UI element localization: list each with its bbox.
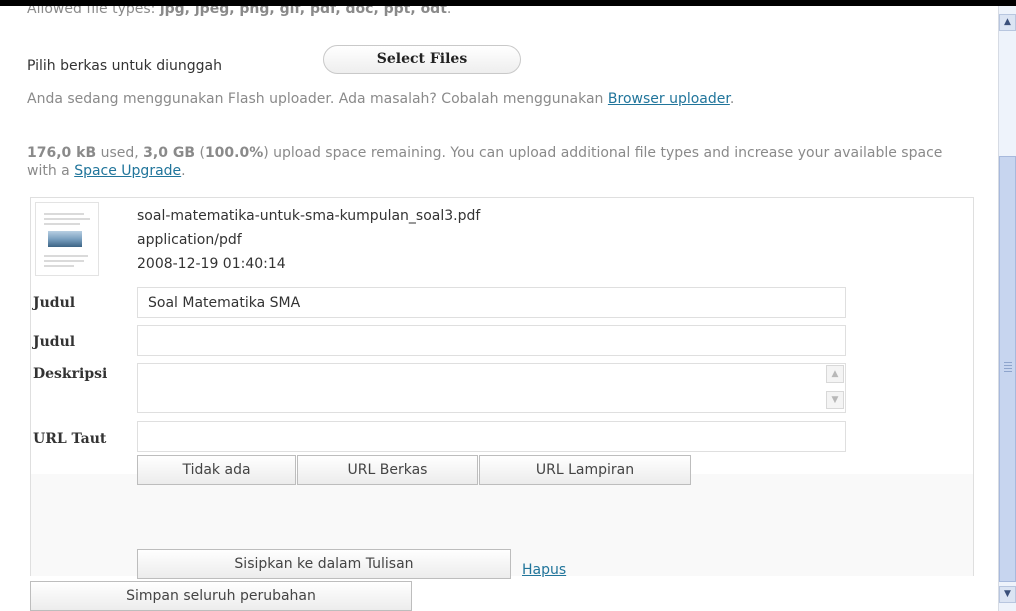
flash-uploader-notice: Anda sedang menggunakan Flash uploader. … (27, 91, 735, 107)
link-url-label: URL Taut (33, 431, 107, 447)
save-all-changes-button[interactable]: Simpan seluruh perubahan (30, 581, 412, 611)
thumb-line (44, 265, 74, 267)
thumb-line (44, 213, 84, 215)
thumb-picture (48, 231, 82, 247)
delete-link[interactable]: Hapus (522, 562, 566, 578)
caption-label: Judul (33, 334, 76, 350)
allowed-types-list: jpg, jpeg, png, gif, pdf, doc, ppt, odt (159, 6, 447, 17)
space-used: 176,0 kB (27, 145, 97, 161)
thumb-line (44, 223, 80, 225)
attachment-url-button[interactable]: URL Lampiran (479, 455, 691, 485)
scroll-down-arrow-icon[interactable]: ▼ (999, 586, 1016, 603)
upload-space-info: 176,0 kB used, 3,0 GB (100.0%) upload sp… (27, 145, 943, 179)
allowed-file-types: Allowed file types: jpg, jpeg, png, gif,… (27, 6, 451, 17)
description-label: Deskripsi (33, 366, 108, 382)
title-input[interactable] (137, 287, 846, 318)
space-upgrade-link[interactable]: Space Upgrade (74, 163, 181, 179)
insert-into-post-button[interactable]: Sisipkan ke dalam Tulisan (137, 549, 511, 579)
upload-panel: Allowed file types: jpg, jpeg, png, gif,… (0, 6, 998, 611)
thumb-line (44, 218, 90, 220)
scrollbar-grip-icon (1004, 362, 1012, 372)
attachment-filename: soal-matematika-untuk-sma-kumpulan_soal3… (137, 208, 481, 224)
thumb-line (44, 260, 84, 262)
attachment-date: 2008-12-19 01:40:14 (137, 256, 286, 272)
title-label: Judul (33, 295, 76, 311)
description-scroll-wrapper: ▲ ▼ (137, 363, 846, 413)
browser-uploader-link[interactable]: Browser uploader (608, 91, 730, 107)
document-thumbnail-icon (35, 202, 99, 276)
attachment-mime-type: application/pdf (137, 232, 242, 248)
choose-file-label: Pilih berkas untuk diunggah (27, 58, 222, 74)
space-remaining: 3,0 GB (143, 145, 196, 161)
file-url-button[interactable]: URL Berkas (297, 455, 478, 485)
space-percent: 100.0% (204, 145, 264, 161)
select-files-button[interactable]: Select Files (323, 45, 521, 74)
caption-input[interactable] (137, 325, 846, 356)
scrollbar-thumb[interactable] (999, 156, 1016, 582)
scroll-up-arrow-icon[interactable]: ▲ (999, 14, 1016, 31)
link-url-input[interactable] (137, 421, 846, 452)
chevron-up-icon[interactable]: ▲ (826, 365, 844, 383)
media-item: soal-matematika-untuk-sma-kumpulan_soal3… (30, 197, 974, 579)
chevron-down-icon[interactable]: ▼ (826, 391, 844, 409)
description-scrollbar[interactable]: ▲ ▼ (826, 365, 844, 409)
page-scrollbar[interactable]: ▲ ▼ (998, 6, 1016, 611)
url-none-button[interactable]: Tidak ada (137, 455, 296, 485)
thumb-line (44, 255, 88, 257)
